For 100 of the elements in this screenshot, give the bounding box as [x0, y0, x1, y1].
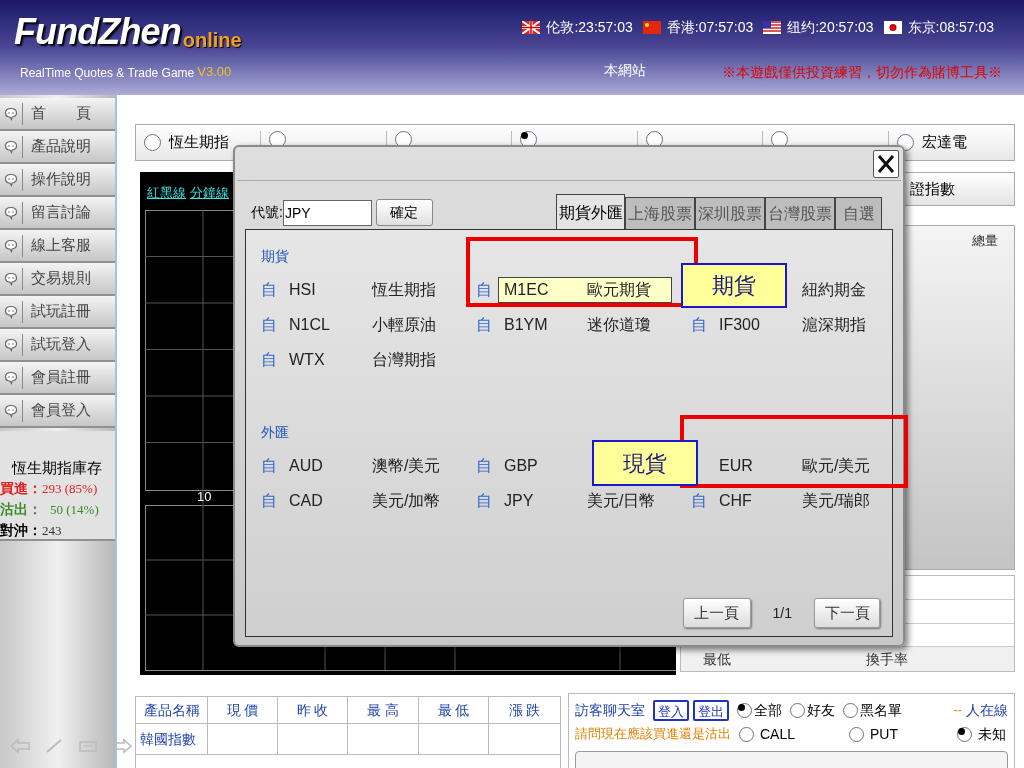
code-input[interactable]: JPY [282, 199, 372, 226]
symbol-name[interactable]: 小輕原油 [372, 312, 436, 337]
self-mark: 自 [476, 455, 493, 476]
table-cell [278, 724, 348, 755]
callout-label: 現貨 [592, 440, 698, 486]
flag-icon [522, 21, 541, 34]
symbol-name[interactable]: 迷你道瓊 [587, 312, 651, 337]
self-mark: 自 [476, 279, 493, 300]
prev-page-button[interactable]: 上一頁 [682, 598, 751, 628]
table-cell [419, 724, 489, 755]
self-mark: 自 [476, 490, 493, 511]
radio-button[interactable] [957, 726, 972, 742]
dialog-tab[interactable]: 深圳股票 [695, 197, 765, 230]
notice-text: ※本遊戲僅供投資練習，切勿作為賭博工具※ [722, 63, 1002, 82]
sidebar-item[interactable]: 試玩註冊 [0, 296, 115, 329]
section-title: 期貨 [261, 247, 290, 266]
symbol-code[interactable]: JPY [504, 488, 587, 513]
site-link[interactable]: 本網站 [604, 60, 646, 81]
quote-title: 證指數 [910, 178, 955, 199]
symbol-name[interactable]: 歐元期貨 [587, 277, 651, 302]
tagline: RealTime Quotes & Trade Game [20, 64, 195, 82]
speech-bubble-icon [4, 304, 18, 319]
column-header: 現 價 [208, 697, 278, 724]
symbol-code[interactable]: AUD [289, 453, 372, 478]
clock-time: 东京:08:57:03 [907, 18, 994, 37]
symbol-code[interactable]: CHF [719, 488, 802, 513]
online-label: 人在線 [966, 700, 1008, 720]
symbol-code[interactable]: N1CL [289, 312, 372, 337]
sidebar-item[interactable]: 產品說明 [0, 131, 115, 164]
close-icon[interactable] [873, 150, 899, 178]
radio-button[interactable] [737, 702, 752, 718]
chart-link[interactable]: 分鐘線 [190, 183, 229, 203]
confirm-button[interactable]: 確定 [375, 199, 433, 226]
chat-button[interactable]: 登出 [693, 699, 729, 721]
radio-button[interactable] [849, 726, 864, 742]
radio-label: CALL [760, 724, 796, 744]
symbol-name[interactable]: 美元/日幣 [587, 488, 656, 513]
speech-bubble-icon [4, 271, 18, 286]
symbol-name[interactable]: 歐元/美元 [802, 453, 871, 478]
column-header: 最 低 [419, 697, 489, 724]
radio-label: 好友 [807, 700, 835, 720]
clock-time: 纽约:20:57:03 [787, 18, 874, 37]
speech-bubble-icon [4, 106, 18, 121]
selected-row[interactable]: M1EC 歐元期貨 [498, 276, 672, 303]
symbol-name[interactable]: 台灣期指 [372, 347, 436, 372]
sidebar-item[interactable]: 會員登入 [0, 395, 115, 428]
flag-icon [763, 21, 782, 34]
table-cell: 韓國指數 [136, 724, 208, 755]
self-mark: 自 [261, 455, 278, 476]
axis-label: 10 [197, 490, 212, 503]
sidebar-item[interactable]: 留言討論 [0, 197, 115, 230]
logo-suffix: online [182, 30, 242, 50]
symbol-name[interactable]: 紐約期金 [802, 277, 866, 302]
symbol-code[interactable]: WTX [289, 347, 372, 372]
symbol-name[interactable]: 滬深期指 [802, 312, 866, 337]
symbol-code[interactable]: EUR [719, 453, 802, 478]
self-mark: 自 [261, 349, 278, 370]
stat-value: 243 [42, 522, 62, 540]
radio-label: 黑名單 [860, 700, 902, 720]
dialog-tab[interactable]: 自選 [835, 197, 882, 230]
callout-label: 期貨 [681, 263, 787, 308]
sidebar-item[interactable]: 操作說明 [0, 164, 115, 197]
symbol-name[interactable]: 澳幣/美元 [372, 453, 441, 478]
symbol-code[interactable]: IF300 [719, 312, 802, 337]
table-cell [208, 724, 278, 755]
next-page-button[interactable]: 下一頁 [814, 598, 880, 628]
symbol-code[interactable]: HSI [289, 277, 372, 302]
chart-link[interactable]: 紅黑線 [147, 183, 186, 203]
right-arrow-icon[interactable] [112, 738, 132, 754]
sidebar-item[interactable]: 會員註冊 [0, 362, 115, 395]
symbol-name[interactable]: 美元/瑞郎 [802, 488, 871, 513]
speech-bubble-icon [4, 172, 18, 187]
sidebar-item[interactable]: 首 頁 [0, 98, 115, 131]
table-cell-text: 最低 [702, 649, 732, 669]
chat-button[interactable]: 登入 [653, 699, 689, 721]
symbol-code[interactable]: GBP [504, 453, 587, 478]
radio-label: 未知 [978, 724, 1006, 744]
symbol-code[interactable]: M1EC [504, 277, 587, 302]
dialog-tab[interactable]: 上海股票 [625, 197, 695, 230]
sidebar-item[interactable]: 線上客服 [0, 230, 115, 263]
symbol-code[interactable]: B1YM [504, 312, 587, 337]
radio-button[interactable] [790, 702, 805, 718]
symbol-name[interactable]: 美元/加幣 [372, 488, 441, 513]
symbol-code[interactable]: CAD [289, 488, 372, 513]
section-title: 外匯 [261, 423, 290, 442]
stat-value: 50 (14%) [50, 501, 99, 519]
symbol-name[interactable]: 恆生期指 [372, 277, 436, 302]
sidebar-item[interactable]: 試玩登入 [0, 329, 115, 362]
column-header: 最 高 [348, 697, 419, 724]
self-mark: 自 [691, 314, 708, 335]
radio-button[interactable] [144, 134, 161, 151]
message-field[interactable] [575, 751, 1008, 768]
column-header: 昨 收 [278, 697, 348, 724]
sidebar-item[interactable]: 交易規則 [0, 263, 115, 296]
logo-text: FundZhen [14, 14, 181, 50]
dialog-tab[interactable]: 期貨外匯 [556, 194, 625, 230]
dialog-tab[interactable]: 台灣股票 [765, 197, 835, 230]
speech-bubble-icon [4, 205, 18, 220]
radio-button[interactable] [843, 702, 858, 718]
radio-button[interactable] [739, 726, 754, 742]
